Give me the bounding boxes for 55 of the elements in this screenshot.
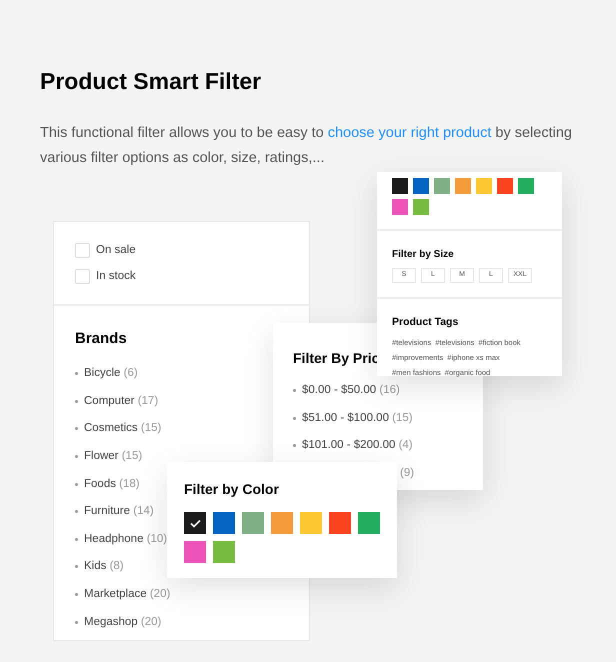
bullet-icon bbox=[75, 620, 78, 624]
color-swatch[interactable] bbox=[213, 541, 235, 563]
color-swatch[interactable] bbox=[518, 178, 534, 194]
brand-item[interactable]: Megashop (20) bbox=[84, 614, 162, 631]
bullet-icon bbox=[75, 400, 78, 403]
color-swatch[interactable] bbox=[271, 512, 293, 534]
brand-item[interactable]: Computer (17) bbox=[84, 392, 158, 410]
color-swatch[interactable] bbox=[476, 178, 492, 194]
brand-item[interactable]: Cosmetics (15) bbox=[84, 420, 162, 438]
color-swatch[interactable] bbox=[434, 178, 450, 194]
section-title: Product Tags bbox=[392, 315, 460, 330]
brand-item[interactable]: Bicycle (6) bbox=[84, 365, 138, 382]
color-swatch[interactable] bbox=[392, 199, 408, 215]
price-item[interactable]: $101.00 - $200.00 (4) bbox=[302, 437, 413, 454]
brand-item[interactable]: Foods (18) bbox=[84, 476, 140, 493]
color-swatch[interactable] bbox=[497, 178, 513, 194]
color-swatch[interactable] bbox=[184, 541, 206, 563]
bullet-icon bbox=[75, 510, 78, 514]
color-swatch[interactable] bbox=[184, 512, 206, 534]
color-swatch[interactable] bbox=[213, 512, 235, 534]
bullet-icon bbox=[75, 593, 78, 596]
color-swatch[interactable] bbox=[413, 178, 429, 194]
color-swatch[interactable] bbox=[455, 178, 471, 194]
brand-item[interactable]: Flower (15) bbox=[84, 448, 142, 466]
color-swatch[interactable] bbox=[358, 512, 380, 534]
price-item[interactable]: $0.00 - $50.00 (16) bbox=[302, 382, 400, 400]
brand-item[interactable]: Furniture (14) bbox=[84, 503, 154, 520]
page-title: Product Smart Filter bbox=[40, 67, 262, 96]
brand-item[interactable]: Kids (8) bbox=[84, 558, 124, 576]
color-swatch[interactable] bbox=[392, 178, 408, 194]
bullet-icon bbox=[75, 427, 78, 430]
section-title: Filter by Size bbox=[392, 248, 455, 262]
checkbox[interactable] bbox=[75, 243, 90, 258]
bullet-icon bbox=[75, 482, 78, 486]
bullet-icon bbox=[75, 565, 78, 568]
color-swatch[interactable] bbox=[300, 512, 322, 534]
color-swatch[interactable] bbox=[242, 512, 264, 534]
intro-paragraph: This functional filter allows you to be easy to choose your right product by selecting various filter options as color, size, ratings,... bbox=[40, 124, 573, 168]
brand-item[interactable]: Marketplace (20) bbox=[84, 586, 170, 604]
bullet-icon bbox=[75, 372, 78, 376]
bullet-icon bbox=[293, 444, 296, 448]
price-item[interactable]: $51.00 - $100.00 (15) bbox=[302, 410, 413, 427]
bullet-icon bbox=[293, 389, 296, 392]
section-title: Filter by Color bbox=[184, 480, 280, 499]
bullet-icon bbox=[293, 416, 296, 420]
bullet-icon bbox=[75, 538, 78, 541]
color-swatch[interactable] bbox=[329, 512, 351, 534]
section-title: Brands bbox=[75, 328, 128, 348]
brand-item[interactable]: Headphone (10) bbox=[84, 530, 168, 548]
color-swatch[interactable] bbox=[413, 199, 429, 215]
bullet-icon bbox=[75, 455, 78, 458]
check-icon bbox=[190, 518, 200, 528]
option-label[interactable]: In stock bbox=[96, 268, 136, 286]
checkbox[interactable] bbox=[75, 269, 90, 284]
option-label[interactable]: On sale bbox=[96, 242, 136, 260]
